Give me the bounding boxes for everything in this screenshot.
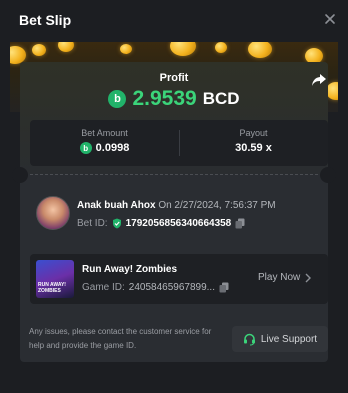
live-support-label: Live Support	[260, 333, 318, 345]
game-id-label: Game ID:	[82, 282, 125, 293]
headset-icon	[243, 333, 255, 345]
close-icon	[325, 14, 335, 24]
user-name[interactable]: Anak buah Ahox	[77, 200, 156, 211]
bet-slip-modal: Bet Slip Profit b 2.9539 BCD Bet Amount	[0, 0, 348, 393]
payout-label: Payout	[239, 128, 268, 138]
game-thumbnail-text: RUN AWAY! ZOMBIES	[38, 282, 66, 294]
profit-currency: BCD	[202, 89, 240, 108]
profit-value: 2.9539	[132, 87, 197, 110]
game-id-value: 24058465967899...	[128, 282, 215, 293]
game-card[interactable]: RUN AWAY! ZOMBIES Run Away! Zombies Game…	[30, 254, 328, 304]
bet-id-label: Bet ID:	[77, 218, 108, 229]
copy-icon[interactable]	[219, 282, 229, 293]
bet-id-value: 1792056856340664358	[125, 218, 232, 229]
support-note: Any issues, please contact the customer …	[29, 327, 212, 350]
payout-value: 30.59 x	[235, 142, 272, 154]
bet-user-info: Anak buah Ahox On 2/27/2024, 7:56:37 PM …	[20, 190, 328, 240]
ticket-notch-left	[12, 167, 28, 183]
bet-amount-value: 0.0998	[95, 142, 130, 154]
live-support-button[interactable]: Live Support	[232, 326, 328, 352]
payout-stat: Payout 30.59 x	[179, 128, 328, 154]
modal-header: Bet Slip	[0, 0, 348, 42]
bet-amount-stat: Bet Amount b 0.0998	[30, 128, 179, 154]
game-thumbnail[interactable]: RUN AWAY! ZOMBIES	[36, 260, 74, 298]
profit-amount: b 2.9539 BCD	[0, 86, 348, 112]
game-title[interactable]: Run Away! Zombies	[82, 264, 177, 275]
play-now-button[interactable]: Play Now	[258, 272, 312, 283]
avatar[interactable]	[36, 196, 70, 230]
copy-icon[interactable]	[235, 218, 245, 229]
bet-date: On 2/27/2024, 7:56:37 PM	[158, 200, 276, 211]
play-now-label: Play Now	[258, 272, 301, 283]
modal-title: Bet Slip	[19, 12, 72, 28]
ticket-perforation	[30, 174, 318, 175]
verified-shield-icon	[112, 218, 121, 229]
close-button[interactable]	[320, 9, 340, 29]
ticket-notch-right	[320, 167, 336, 183]
bcd-coin-icon: b	[108, 90, 127, 108]
profit-label: Profit	[159, 72, 189, 84]
bet-stats: Bet Amount b 0.0998 Payout 30.59 x	[30, 120, 328, 166]
bcd-coin-icon: b	[79, 142, 92, 154]
chevron-right-icon	[305, 273, 312, 282]
bet-amount-label: Bet Amount	[81, 128, 128, 138]
